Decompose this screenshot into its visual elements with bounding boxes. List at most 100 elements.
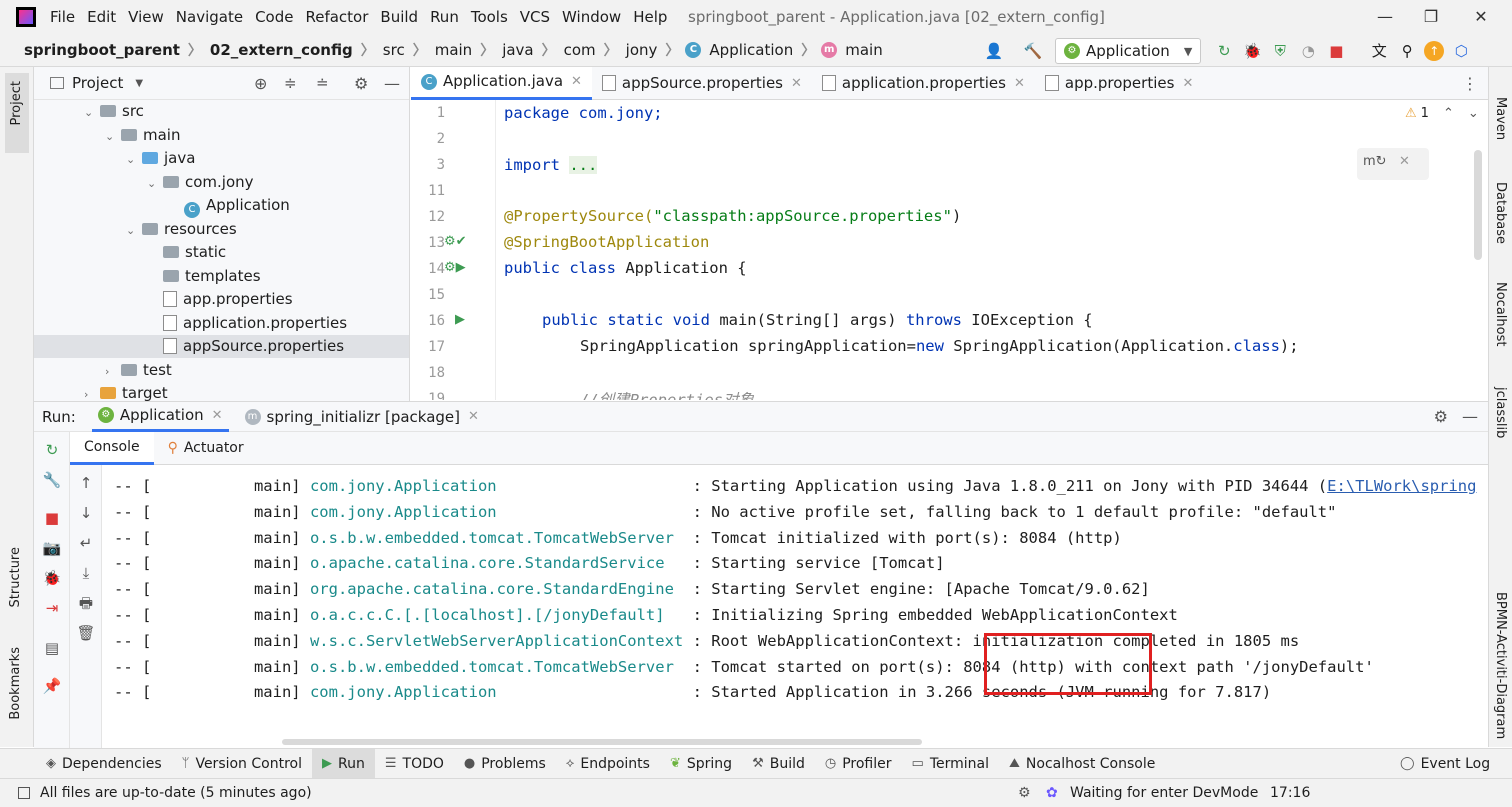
actuator-tab[interactable]: ⚲ Actuator: [154, 432, 258, 465]
nocalhost-tool-button[interactable]: Nocalhost: [1493, 282, 1508, 346]
gutter-bean-icon[interactable]: ⚙✔: [444, 234, 467, 249]
tree-item[interactable]: application.properties: [34, 312, 409, 335]
chevron-down-icon[interactable]: ⌄: [147, 172, 163, 195]
menu-view[interactable]: View: [122, 0, 170, 34]
breadcrumb-item[interactable]: Application: [707, 41, 795, 59]
collapse-all-icon[interactable]: ≐: [316, 74, 329, 92]
run-tab-spring-initializr[interactable]: m spring_initializr [package] ✕: [244, 408, 479, 426]
plugin-icon[interactable]: ⬡: [1450, 40, 1472, 62]
breadcrumb-item[interactable]: 02_extern_config: [208, 41, 355, 59]
console-tab[interactable]: Console: [70, 431, 154, 465]
maximize-button[interactable]: ❐: [1408, 0, 1454, 34]
tree-item[interactable]: ⌄ resources: [34, 218, 409, 242]
editor-tab[interactable]: appSource.properties ✕: [592, 67, 812, 100]
gear-icon[interactable]: ⚙: [1434, 407, 1448, 426]
version-control-tool-button[interactable]: ᛘ Version Control: [172, 749, 312, 779]
bpmn-tool-button[interactable]: BPMN-Activiti-Diagram: [1493, 592, 1508, 739]
editor-tab[interactable]: app.properties ✕: [1035, 67, 1203, 100]
gutter-spring-icon[interactable]: ⚙▶: [444, 260, 466, 275]
tree-item[interactable]: › test: [34, 359, 409, 383]
soft-wrap-icon[interactable]: ↵: [76, 533, 96, 553]
project-tool-button[interactable]: Project: [5, 73, 29, 153]
bookmarks-tool-button[interactable]: Bookmarks: [8, 647, 23, 720]
tree-item[interactable]: ⌄ java: [34, 147, 409, 171]
coverage-icon[interactable]: ⛨: [1269, 40, 1291, 62]
profiler-tool-button[interactable]: ◷ Profiler: [815, 749, 902, 779]
layout-icon[interactable]: ▤: [42, 638, 62, 658]
folded-imports[interactable]: ...: [569, 156, 598, 174]
breadcrumb-item[interactable]: springboot_parent: [22, 41, 182, 59]
editor-tab[interactable]: application.properties ✕: [812, 67, 1035, 100]
tree-item[interactable]: appSource.properties: [34, 335, 409, 358]
close-icon[interactable]: ✕: [1014, 67, 1025, 100]
hide-panel-icon[interactable]: —: [1462, 407, 1478, 426]
login-icon[interactable]: ⇥: [42, 598, 62, 618]
build-hammer-icon[interactable]: 🔨: [1022, 40, 1044, 62]
menu-file[interactable]: File: [44, 0, 81, 34]
run-tab-application[interactable]: ⚙ Application ✕: [91, 402, 229, 432]
tree-item[interactable]: C Application: [34, 194, 409, 218]
chevron-right-icon[interactable]: ›: [105, 360, 121, 383]
breadcrumb-item[interactable]: src: [381, 41, 407, 59]
breadcrumb-item[interactable]: java: [500, 41, 535, 59]
rerun-icon[interactable]: ↻: [1213, 40, 1235, 62]
console-hscrollbar[interactable]: [282, 739, 922, 745]
dependencies-tool-button[interactable]: ◈ Dependencies: [36, 749, 172, 779]
menu-tools[interactable]: Tools: [465, 0, 514, 34]
search-icon[interactable]: ⚲: [1396, 40, 1418, 62]
tree-item[interactable]: › target: [34, 382, 409, 401]
run-config-select[interactable]: ⚙ Application ▼: [1055, 38, 1202, 64]
debug-icon[interactable]: 🐞: [1241, 40, 1263, 62]
close-icon[interactable]: ✕: [571, 65, 582, 98]
spring-tool-button[interactable]: ❦ Spring: [660, 749, 742, 779]
arrow-up-icon[interactable]: ↑: [76, 473, 96, 493]
editor-tab[interactable]: C Application.java ✕: [411, 65, 592, 100]
translate-icon[interactable]: 文: [1368, 40, 1390, 62]
update-icon[interactable]: ↑: [1424, 41, 1445, 61]
menu-run[interactable]: Run: [424, 0, 465, 34]
endpoints-tool-button[interactable]: ⟡ Endpoints: [556, 749, 660, 779]
menu-refactor[interactable]: Refactor: [299, 0, 374, 34]
menu-build[interactable]: Build: [374, 0, 424, 34]
database-tool-button[interactable]: Database: [1493, 182, 1508, 244]
stop-icon[interactable]: ■: [42, 508, 62, 528]
todo-tool-button[interactable]: ☰ TODO: [375, 749, 454, 779]
menu-code[interactable]: Code: [249, 0, 299, 34]
maven-tool-button[interactable]: Maven: [1493, 97, 1508, 140]
trash-icon[interactable]: 🗑: [76, 623, 96, 643]
close-icon[interactable]: ✕: [1399, 154, 1410, 169]
hide-panel-icon[interactable]: —: [384, 74, 400, 93]
chevron-down-icon[interactable]: ⌄: [84, 101, 100, 124]
chevron-down-icon[interactable]: ⌄: [1468, 106, 1479, 121]
gear-icon[interactable]: ⚙: [354, 74, 368, 93]
chevron-down-icon[interactable]: ⌄: [126, 219, 142, 242]
more-tabs-icon[interactable]: ⋮: [1462, 74, 1478, 93]
menu-help[interactable]: Help: [627, 0, 673, 34]
chevron-down-icon[interactable]: ⌄: [126, 148, 142, 171]
tree-item[interactable]: app.properties: [34, 288, 409, 311]
jclasslib-tool-button[interactable]: jclasslib: [1493, 387, 1508, 438]
problems-tool-button[interactable]: ● Problems: [454, 749, 556, 779]
close-icon[interactable]: ✕: [791, 67, 802, 100]
close-icon[interactable]: ✕: [212, 408, 223, 423]
menu-vcs[interactable]: VCS: [514, 0, 556, 34]
breadcrumb-item[interactable]: jony: [624, 41, 660, 59]
project-panel-title[interactable]: Project: [72, 74, 123, 92]
tree-item[interactable]: templates: [34, 265, 409, 288]
run-tool-button[interactable]: ▶ Run: [312, 748, 375, 779]
editor-scrollbar[interactable]: [1474, 150, 1482, 260]
menu-navigate[interactable]: Navigate: [170, 0, 249, 34]
close-icon[interactable]: ✕: [1182, 67, 1193, 100]
maven-reload-icon[interactable]: m↻: [1363, 154, 1387, 169]
status-square-icon[interactable]: [18, 787, 30, 799]
print-icon[interactable]: 🖶: [76, 593, 96, 613]
code-editor[interactable]: 1 2 3 11 12 13 14 15 16 17 18 19 ⚙✔ ⚙▶ ▶ package co…: [411, 100, 1488, 400]
tree-item[interactable]: ⌄ com.jony: [34, 171, 409, 195]
chevron-right-icon[interactable]: ›: [84, 383, 100, 401]
menu-edit[interactable]: Edit: [81, 0, 122, 34]
console-link[interactable]: E:\TLWork\spring: [1327, 477, 1476, 495]
breadcrumb-item[interactable]: main: [433, 41, 474, 59]
tree-item[interactable]: ⌄ main: [34, 124, 409, 148]
chevron-down-icon[interactable]: ⌄: [105, 125, 121, 148]
structure-tool-button[interactable]: Structure: [8, 547, 23, 607]
